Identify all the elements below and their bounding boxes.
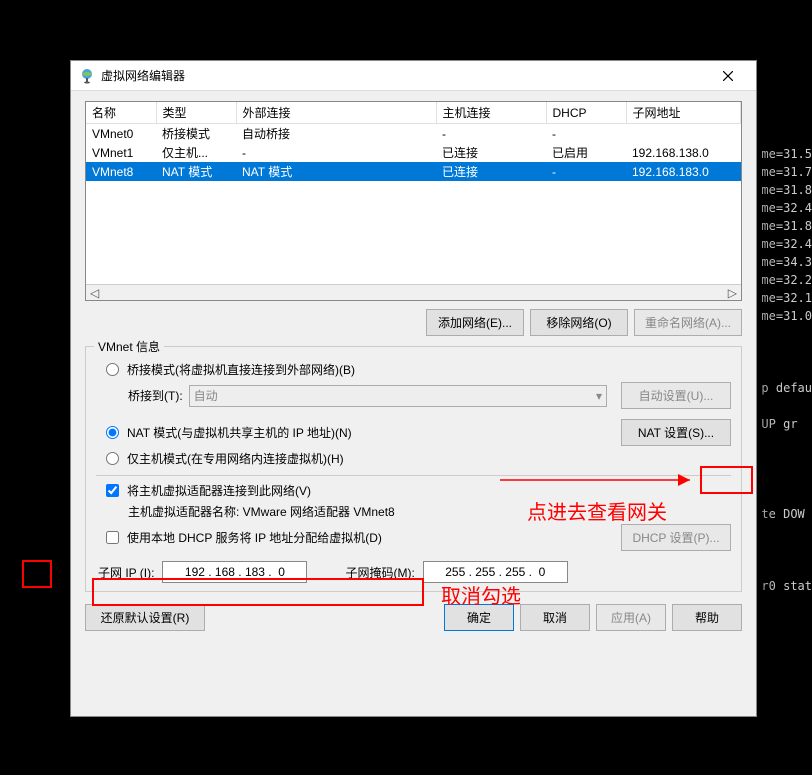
table-cell: 桥接模式 [156, 124, 236, 144]
subnet-mask-label: 子网掩码(M): [345, 564, 414, 581]
titlebar: 虚拟网络编辑器 [71, 61, 756, 91]
bridge-to-value: 自动 [194, 387, 218, 404]
bridge-to-label: 桥接到(T): [128, 387, 183, 404]
use-dhcp-label: 使用本地 DHCP 服务将 IP 地址分配给虚拟机(D) [127, 529, 382, 546]
annotation-box-left [22, 560, 52, 588]
table-cell: NAT 模式 [156, 162, 236, 181]
table-cell: VMnet1 [86, 143, 156, 162]
table-row[interactable]: VMnet8NAT 模式NAT 模式已连接-192.168.183.0 [86, 162, 741, 181]
bridge-mode-label: 桥接模式(将虚拟机直接连接到外部网络)(B) [127, 361, 355, 378]
column-header[interactable]: 类型 [156, 102, 236, 124]
connect-host-adapter-label: 将主机虚拟适配器连接到此网络(V) [127, 482, 311, 499]
host-adapter-name: 主机虚拟适配器名称: VMware 网络适配器 VMnet8 [96, 503, 731, 520]
hostonly-mode-label: 仅主机模式(在专用网络内连接虚拟机)(H) [127, 450, 344, 467]
table-cell: NAT 模式 [236, 162, 436, 181]
auto-settings-button: 自动设置(U)... [621, 382, 731, 409]
dialog-title: 虚拟网络编辑器 [101, 67, 708, 84]
table-cell: 仅主机... [156, 143, 236, 162]
column-header[interactable]: 主机连接 [436, 102, 546, 124]
nat-mode-label: NAT 模式(与虚拟机共享主机的 IP 地址)(N) [127, 424, 352, 441]
chevron-down-icon: ▾ [596, 389, 602, 403]
add-network-button[interactable]: 添加网络(E)... [426, 309, 524, 336]
remove-network-button[interactable]: 移除网络(O) [530, 309, 628, 336]
table-cell: 已连接 [436, 162, 546, 181]
nat-mode-radio[interactable] [106, 426, 119, 439]
table-cell [626, 124, 741, 144]
rename-network-button: 重命名网络(A)... [634, 309, 742, 336]
network-table[interactable]: 名称类型外部连接主机连接DHCP子网地址 VMnet0桥接模式自动桥接--VMn… [85, 101, 742, 301]
column-header[interactable]: 外部连接 [236, 102, 436, 124]
table-cell: 已启用 [546, 143, 626, 162]
table-row[interactable]: VMnet1仅主机...-已连接已启用192.168.138.0 [86, 143, 741, 162]
table-cell: VMnet8 [86, 162, 156, 181]
separator [96, 475, 731, 476]
bridge-mode-radio[interactable] [106, 363, 119, 376]
background-terminal: me=31.5 me=31.7 me=31.8 me=32.4 me=31.8 … [761, 145, 812, 595]
dhcp-settings-button: DHCP 设置(P)... [621, 524, 731, 551]
vmnet-info-group: VMnet 信息 桥接模式(将虚拟机直接连接到外部网络)(B) 桥接到(T): … [85, 346, 742, 592]
subnet-ip-label: 子网 IP (I): [98, 564, 154, 581]
column-header[interactable]: 子网地址 [626, 102, 741, 124]
table-cell: - [546, 162, 626, 181]
column-header[interactable]: DHCP [546, 102, 626, 124]
restore-defaults-button[interactable]: 还原默认设置(R) [85, 604, 205, 631]
connect-host-adapter-checkbox[interactable] [106, 484, 119, 497]
apply-button: 应用(A) [596, 604, 666, 631]
use-dhcp-checkbox[interactable] [106, 531, 119, 544]
subnet-ip-input[interactable] [162, 561, 307, 583]
table-row[interactable]: VMnet0桥接模式自动桥接-- [86, 124, 741, 144]
table-cell: - [236, 143, 436, 162]
table-cell: 自动桥接 [236, 124, 436, 144]
table-cell: - [546, 124, 626, 144]
horizontal-scrollbar[interactable]: ◁ ▷ [86, 284, 741, 300]
scroll-left-icon[interactable]: ◁ [86, 286, 103, 300]
table-cell: 192.168.138.0 [626, 143, 741, 162]
table-cell: - [436, 124, 546, 144]
close-button[interactable] [708, 62, 748, 90]
bridge-to-select: 自动 ▾ [189, 385, 607, 407]
table-cell: VMnet0 [86, 124, 156, 144]
close-icon [723, 71, 733, 81]
help-button[interactable]: 帮助 [672, 604, 742, 631]
cancel-button[interactable]: 取消 [520, 604, 590, 631]
subnet-mask-input[interactable] [423, 561, 568, 583]
scroll-right-icon[interactable]: ▷ [724, 286, 741, 300]
table-cell: 192.168.183.0 [626, 162, 741, 181]
hostonly-mode-radio[interactable] [106, 452, 119, 465]
ok-button[interactable]: 确定 [444, 604, 514, 631]
nat-settings-button[interactable]: NAT 设置(S)... [621, 419, 731, 446]
table-cell: 已连接 [436, 143, 546, 162]
vmnet-editor-dialog: 虚拟网络编辑器 名称类型外部连接主机连接DHCP子网地址 VMnet0桥接模式自… [70, 60, 757, 717]
app-icon [79, 68, 95, 84]
column-header[interactable]: 名称 [86, 102, 156, 124]
group-title: VMnet 信息 [94, 338, 164, 355]
